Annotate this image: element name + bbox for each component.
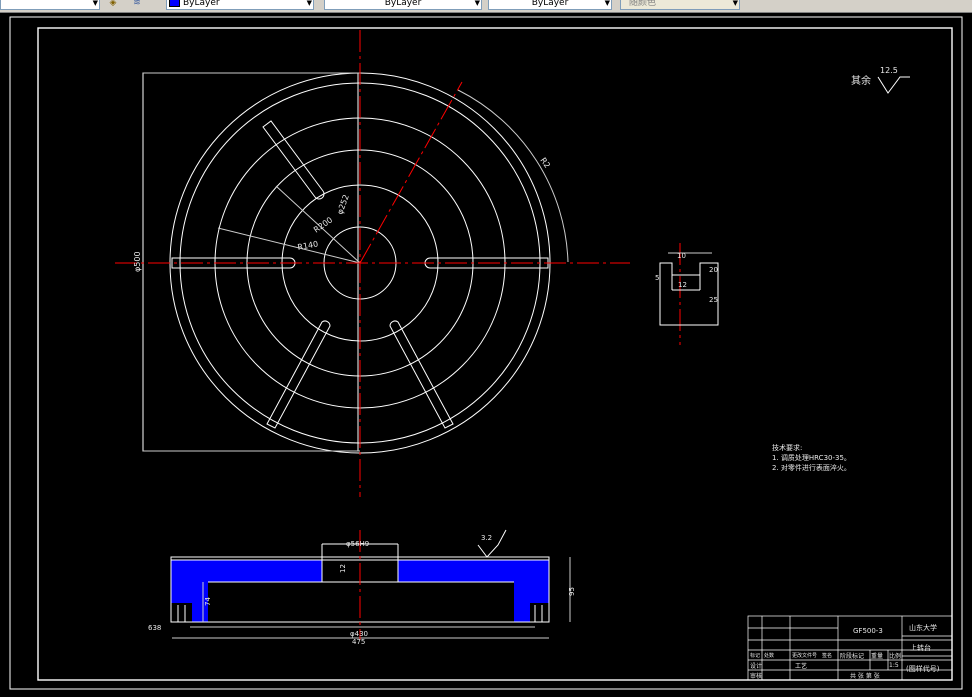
svg-text:1. 调质处理HRC30-35。: 1. 调质处理HRC30-35。 [772,453,851,462]
svg-text:上转台: 上转台 [910,643,931,652]
dim-phi252: φ252 [335,193,350,215]
svg-text:10: 10 [677,252,686,260]
roughness-symbol: 其余 12.5 [851,66,910,94]
svg-text:审核: 审核 [750,672,762,680]
drawing-canvas[interactable]: φ500 R140 R200 φ252 R2 其余 12.5 10 5 12 2… [0,13,972,697]
svg-text:φ430: φ430 [350,630,368,638]
technical-requirements: 技术要求: 1. 调质处理HRC30-35。 2. 对零件进行表面淬火。 [772,443,851,472]
svg-text:12: 12 [678,281,687,289]
layer-state-icon[interactable]: ◈ [106,0,120,9]
svg-text:12: 12 [339,564,347,573]
svg-text:处数: 处数 [764,652,774,659]
lineweight-control[interactable]: ByLayer ▼ [488,0,612,10]
svg-text:1:5: 1:5 [889,662,899,669]
svg-text:638: 638 [148,624,161,632]
chevron-down-icon: ▼ [474,0,480,7]
svg-text:阶段标记: 阶段标记 [840,652,864,660]
color-swatch [169,0,180,7]
svg-text:5: 5 [655,274,659,282]
dim-r140: R140 [297,239,319,251]
linetype-control[interactable]: ByLayer ▼ [324,0,482,10]
plotstyle-control-value: 随颜色 [629,0,657,8]
slot-lower-right [389,320,454,429]
svg-text:95: 95 [568,587,576,596]
svg-text:标记: 标记 [750,652,760,659]
svg-text:12.5: 12.5 [880,66,898,75]
svg-text:475: 475 [352,638,365,646]
svg-text:工艺: 工艺 [795,662,807,670]
linetype-control-value: ByLayer [384,0,422,8]
svg-text:(图样代号): (图样代号) [906,664,940,673]
svg-text:20: 20 [709,266,718,274]
outer-border [9,16,963,690]
chevron-down-icon: ▼ [732,0,738,7]
svg-text:25: 25 [709,296,718,304]
lineweight-control-value: ByLayer [531,0,569,8]
svg-text:重量: 重量 [871,652,883,660]
title-block-text: GF500-3 山东大学 上转台 (图样代号) 阶段标记 重量 比例 1:5 设… [750,623,940,680]
dim-r200: R200 [312,215,334,234]
chevron-down-icon: ▼ [604,0,610,7]
dim-arc [457,89,569,263]
properties-toolbar: ▼ ◈ ≋ ByLayer ▼ ByLayer ▼ ByLayer ▼ 随颜色 ▼ [0,0,972,13]
toolbar-dropdown-left[interactable]: ▼ [0,0,100,10]
chevron-down-icon: ▼ [92,0,98,7]
svg-text:φ56H9: φ56H9 [346,540,369,548]
svg-text:山东大学: 山东大学 [909,623,937,632]
svg-text:技术要求:: 技术要求: [772,443,802,452]
drawing-sheet: φ500 R140 R200 φ252 R2 其余 12.5 10 5 12 2… [9,16,963,690]
svg-text:签名: 签名 [822,652,832,659]
detail-view: 10 5 12 20 25 [655,252,719,326]
color-control-value: ByLayer [183,0,220,8]
svg-text:3.2: 3.2 [481,534,492,542]
layer-stack-icon[interactable]: ≋ [130,0,144,9]
chevron-down-icon: ▼ [306,0,312,7]
slot-upper-left [262,120,325,200]
center-lines [115,30,681,497]
svg-text:共 张 第 张: 共 张 第 张 [850,672,880,680]
svg-text:74: 74 [204,597,212,606]
svg-text:GF500-3: GF500-3 [853,627,883,635]
svg-text:2. 对零件进行表面淬火。: 2. 对零件进行表面淬火。 [772,463,851,472]
color-control[interactable]: ByLayer ▼ [166,0,314,10]
plotstyle-control[interactable]: 随颜色 ▼ [620,0,740,10]
svg-text:更改文件号: 更改文件号 [792,652,817,659]
slot-lower-left [266,320,331,429]
svg-text:比例: 比例 [889,652,901,660]
svg-text:其余: 其余 [851,74,871,87]
bounding-square [142,72,359,452]
dim-phi500: φ500 [133,251,142,272]
section-view: φ56H9 φ430 475 95 74 638 3.2 12 [148,529,576,646]
svg-text:设计: 设计 [750,662,762,670]
